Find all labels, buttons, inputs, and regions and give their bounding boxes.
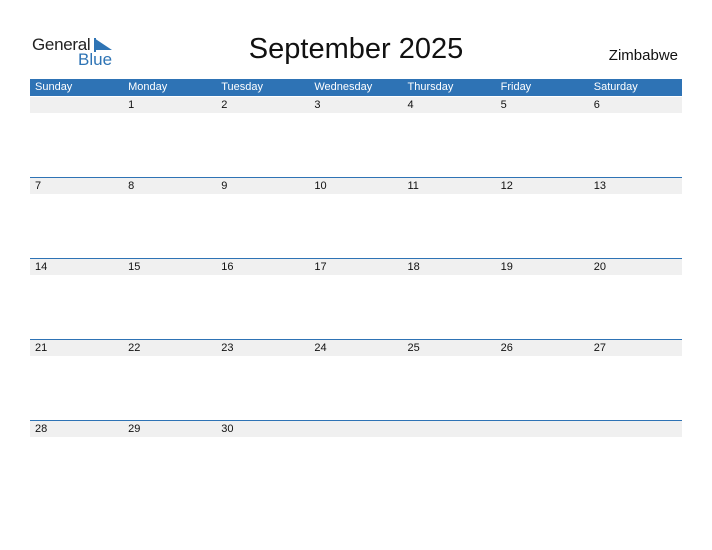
day-cell: 2 bbox=[221, 99, 228, 111]
day-cell bbox=[496, 421, 589, 437]
day-cell: 18 bbox=[407, 261, 420, 273]
day-cell: 30 bbox=[221, 423, 234, 435]
week-date-band: 7 8 9 10 11 12 13 bbox=[30, 177, 682, 194]
day-cell: 28 bbox=[35, 423, 48, 435]
day-cell: 5 bbox=[500, 99, 507, 111]
week-row: 7 8 9 10 11 12 13 bbox=[30, 177, 682, 194]
weekday-thursday: Thursday bbox=[407, 81, 454, 93]
day-cell: 13 bbox=[593, 180, 606, 192]
day-cell: 23 bbox=[221, 342, 234, 354]
day-cell: 3 bbox=[314, 99, 321, 111]
weekday-header: Sunday Monday Tuesday Wednesday Thursday… bbox=[30, 79, 682, 96]
week-date-band: 14 15 16 17 18 19 20 bbox=[30, 258, 682, 275]
day-cell bbox=[403, 421, 496, 437]
day-cell: 17 bbox=[314, 261, 327, 273]
day-cell bbox=[589, 421, 682, 437]
day-cell: 27 bbox=[593, 342, 606, 354]
weekday-monday: Monday bbox=[128, 81, 168, 93]
day-cell: 24 bbox=[314, 342, 327, 354]
week-date-band: 1 2 3 4 5 6 bbox=[30, 97, 682, 113]
country-label: Zimbabwe bbox=[608, 47, 678, 64]
day-cell: 16 bbox=[221, 261, 234, 273]
page-title: September 2025 bbox=[248, 33, 464, 65]
weekday-wednesday: Wednesday bbox=[314, 81, 373, 93]
day-cell: 9 bbox=[221, 180, 228, 192]
day-cell bbox=[30, 97, 123, 113]
week-row: 1 2 3 4 5 6 bbox=[30, 97, 682, 113]
week-date-band: 28 29 30 bbox=[30, 420, 682, 437]
day-cell: 8 bbox=[128, 180, 135, 192]
weekday-tuesday: Tuesday bbox=[221, 81, 264, 93]
weekday-friday: Friday bbox=[500, 81, 532, 93]
day-cell: 10 bbox=[314, 180, 327, 192]
day-cell: 1 bbox=[128, 99, 135, 111]
week-date-band: 21 22 23 24 25 26 27 bbox=[30, 339, 682, 356]
day-cell: 7 bbox=[35, 180, 42, 192]
day-cell: 22 bbox=[128, 342, 141, 354]
day-cell: 19 bbox=[500, 261, 513, 273]
day-cell: 14 bbox=[35, 261, 48, 273]
week-row: 14 15 16 17 18 19 20 bbox=[30, 258, 682, 275]
day-cell: 4 bbox=[407, 99, 414, 111]
day-cell: 6 bbox=[593, 99, 600, 111]
day-cell: 29 bbox=[128, 423, 141, 435]
day-cell bbox=[309, 421, 402, 437]
day-cell: 26 bbox=[500, 342, 513, 354]
day-cell: 15 bbox=[128, 261, 141, 273]
weekday-sunday: Sunday bbox=[35, 81, 73, 93]
week-row: 21 22 23 24 25 26 27 bbox=[30, 339, 682, 356]
weekday-saturday: Saturday bbox=[593, 81, 638, 93]
day-cell: 25 bbox=[407, 342, 420, 354]
day-cell: 12 bbox=[500, 180, 513, 192]
week-row: 28 29 30 bbox=[30, 420, 682, 437]
day-cell: 20 bbox=[593, 261, 606, 273]
day-cell: 11 bbox=[407, 180, 419, 192]
day-cell: 21 bbox=[35, 342, 48, 354]
